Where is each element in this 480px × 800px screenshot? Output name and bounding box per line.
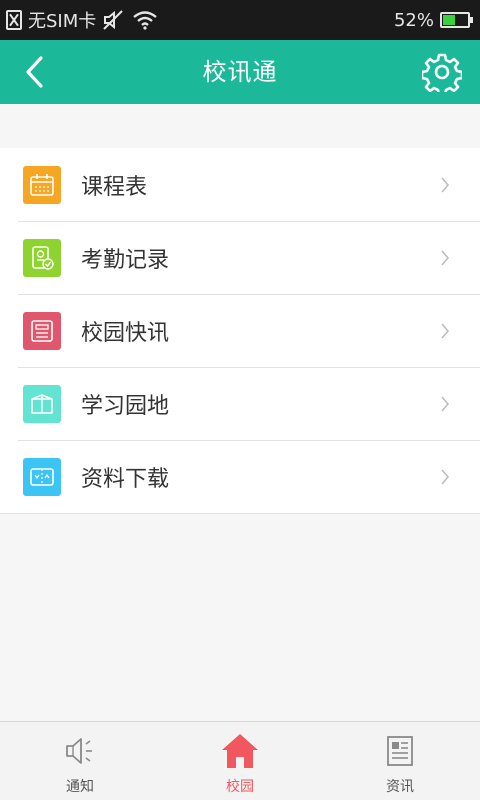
menu-item-campus-news[interactable]: 校园快讯 xyxy=(0,294,480,367)
wifi-icon xyxy=(133,11,158,30)
newspaper-icon xyxy=(385,732,415,770)
tab-info[interactable]: 资讯 xyxy=(320,722,480,800)
gear-icon xyxy=(422,53,462,92)
page-title: 校讯通 xyxy=(202,58,278,86)
menu-label: 校园快讯 xyxy=(81,320,170,346)
chevron-right-icon xyxy=(441,469,450,485)
menu-item-downloads[interactable]: 资料下载 xyxy=(0,440,480,513)
tab-label: 通知 xyxy=(66,779,94,795)
tab-label: 资讯 xyxy=(386,779,414,795)
battery-level xyxy=(443,15,455,25)
settings-button[interactable] xyxy=(422,52,462,92)
status-bar: 无SIM卡 52% xyxy=(0,0,480,40)
menu-list: 课程表 考勤记录 校园快讯 学习园地 资料下载 xyxy=(0,148,480,514)
attendance-icon xyxy=(23,238,61,277)
menu-label: 考勤记录 xyxy=(81,247,170,273)
speaker-icon xyxy=(63,732,97,770)
back-button[interactable] xyxy=(14,52,54,92)
no-sim-icon xyxy=(6,10,22,30)
chevron-right-icon xyxy=(441,250,450,266)
app-header: 校讯通 xyxy=(0,40,480,104)
tab-campus[interactable]: 校园 xyxy=(160,722,320,800)
tab-label: 校园 xyxy=(226,779,254,795)
back-arrow-icon xyxy=(26,56,43,88)
tab-notifications[interactable]: 通知 xyxy=(0,722,160,800)
download-icon xyxy=(23,457,61,496)
battery-icon xyxy=(440,12,473,28)
home-icon xyxy=(220,732,260,770)
menu-label: 学习园地 xyxy=(81,393,170,419)
chevron-right-icon xyxy=(441,396,450,412)
menu-item-study-area[interactable]: 学习园地 xyxy=(0,367,480,440)
menu-label: 课程表 xyxy=(81,174,148,200)
book-icon xyxy=(23,384,61,423)
bottom-tab-bar: 通知 校园 资讯 xyxy=(0,721,480,800)
menu-item-attendance[interactable]: 考勤记录 xyxy=(0,221,480,294)
menu-label: 资料下载 xyxy=(81,466,170,492)
carrier-text: 无SIM卡 xyxy=(28,11,97,32)
chevron-right-icon xyxy=(441,323,450,339)
calendar-icon xyxy=(23,165,61,204)
muted-icon xyxy=(103,10,123,30)
battery-percent: 52% xyxy=(393,9,434,31)
menu-item-schedule[interactable]: 课程表 xyxy=(0,148,480,221)
news-icon xyxy=(23,311,61,350)
chevron-right-icon xyxy=(441,177,450,193)
